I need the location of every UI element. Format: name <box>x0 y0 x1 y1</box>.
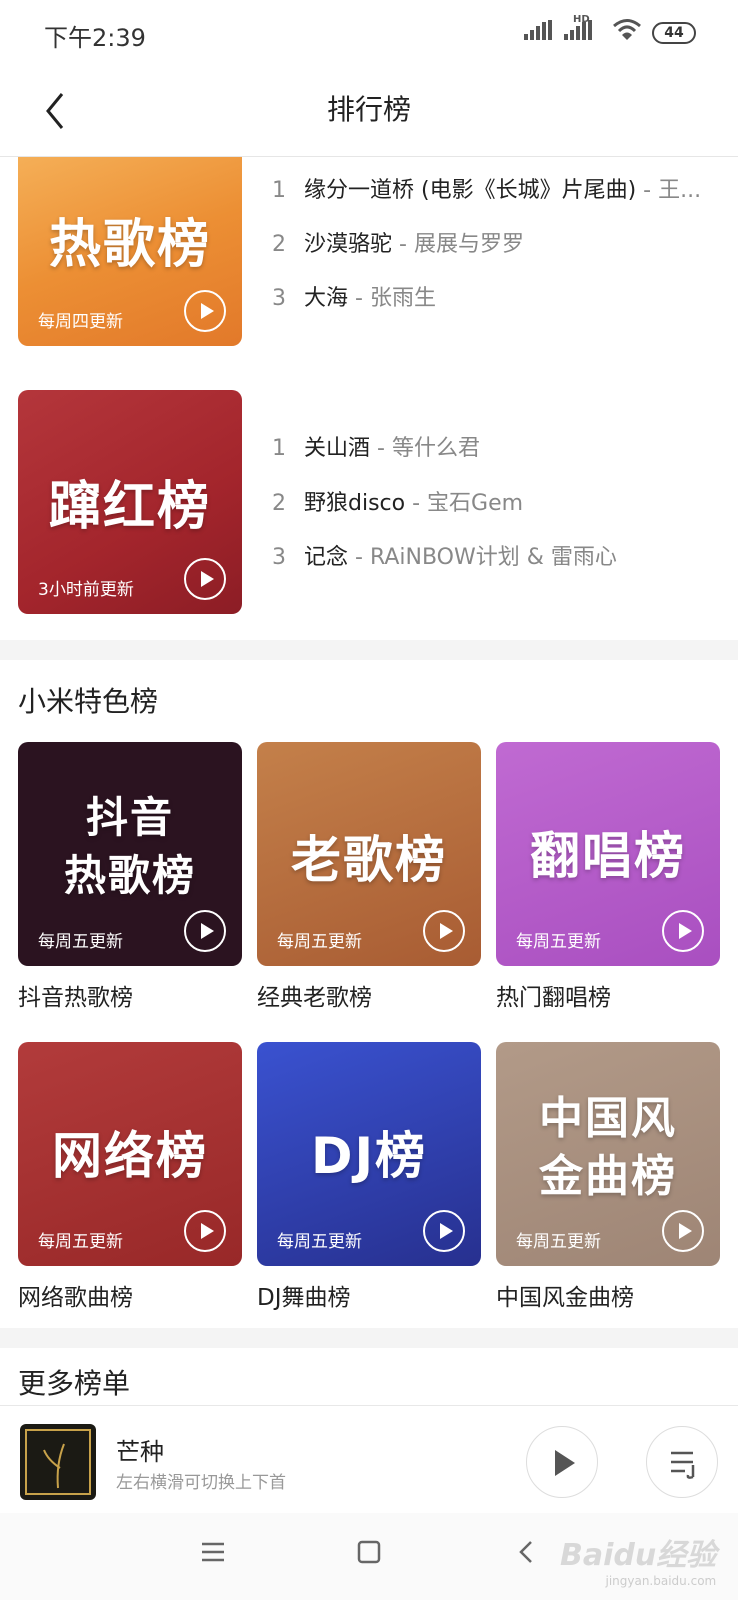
tile-cover[interactable]: 老歌榜 每周五更新 <box>257 742 481 966</box>
song-title: 野狼disco <box>304 491 406 516</box>
wifi-icon <box>613 19 641 40</box>
cover-line2: 金曲榜 <box>539 1151 677 1202</box>
update-label: 3小时前更新 <box>38 580 134 600</box>
chart-tile-chinese-style[interactable]: 中国风 金曲榜 每周五更新 中国风金曲榜 <box>496 1042 720 1311</box>
chart-tile-dj[interactable]: DJ榜 每周五更新 DJ舞曲榜 <box>257 1042 481 1311</box>
chart-cover-rising[interactable]: 蹿红榜 3小时前更新 <box>18 390 242 614</box>
song-row[interactable]: 1 缘分一道桥 (电影《长城》片尾曲) - 王... <box>272 172 712 204</box>
song-title: 缘分一道桥 (电影《长城》片尾曲) <box>304 178 637 203</box>
cover-line1: 中国风 <box>539 1093 677 1144</box>
update-label: 每周五更新 <box>516 1232 601 1252</box>
header-backdrop: 排行榜 <box>0 68 738 156</box>
cover-line1: 老歌榜 <box>291 831 447 889</box>
play-icon[interactable] <box>184 910 226 952</box>
cover-line2: 热歌榜 <box>63 851 196 900</box>
tile-label: 网络歌曲榜 <box>18 1285 133 1311</box>
section-gap <box>0 640 738 660</box>
watermark-brand: Baidu经验 <box>560 1538 717 1573</box>
song-artist: - RAiNBOW计划 & 雷雨心 <box>348 545 617 570</box>
signal-hd-icon <box>564 20 592 40</box>
cover-line1: 网络榜 <box>52 1127 208 1185</box>
album-thumbnail[interactable] <box>20 1424 96 1500</box>
battery-icon: 44 <box>652 22 696 44</box>
song-row[interactable]: 2 沙漠骆驼 - 展展与罗罗 <box>272 226 524 258</box>
play-icon[interactable] <box>662 910 704 952</box>
tile-label: DJ舞曲榜 <box>257 1285 351 1311</box>
update-label: 每周五更新 <box>277 1232 362 1252</box>
song-row[interactable]: 3 记念 - RAiNBOW计划 & 雷雨心 <box>272 539 617 571</box>
menu-icon[interactable] <box>200 1539 226 1565</box>
cover-title: 蹿红榜 <box>48 477 211 537</box>
playlist-icon <box>671 1451 695 1479</box>
section-gap <box>0 1328 738 1348</box>
song-row[interactable]: 1 关山酒 - 等什么君 <box>272 430 480 462</box>
song-number: 3 <box>272 286 286 311</box>
song-artist: - 张雨生 <box>348 286 436 311</box>
tile-label: 抖音热歌榜 <box>18 985 133 1011</box>
cover-line1: 翻唱榜 <box>530 827 686 885</box>
tile-cover[interactable]: 抖音 热歌榜 每周五更新 <box>18 742 242 966</box>
song-title: 记念 <box>304 545 349 570</box>
section-title-xiaomi: 小米特色榜 <box>18 685 159 718</box>
cover-line1: DJ榜 <box>310 1127 428 1185</box>
play-button[interactable] <box>526 1426 598 1498</box>
update-label: 每周五更新 <box>38 932 123 952</box>
mini-player[interactable]: 芒种 左右横滑可切换上下首 <box>0 1405 738 1513</box>
song-artist: - 展展与罗罗 <box>392 232 524 257</box>
header-divider-overlay <box>0 156 738 157</box>
tile-cover[interactable]: 网络榜 每周五更新 <box>18 1042 242 1266</box>
update-label: 每周五更新 <box>516 932 601 952</box>
song-number: 2 <box>272 491 286 516</box>
song-row[interactable]: 2 野狼disco - 宝石Gem <box>272 485 523 517</box>
play-icon[interactable] <box>184 558 226 600</box>
home-icon[interactable] <box>356 1539 382 1565</box>
tile-label: 中国风金曲榜 <box>496 1285 634 1311</box>
playlist-button[interactable] <box>646 1426 718 1498</box>
tile-cover[interactable]: 翻唱榜 每周五更新 <box>496 742 720 966</box>
tile-label: 经典老歌榜 <box>257 985 372 1011</box>
song-title: 大海 <box>304 286 349 311</box>
watermark: Baidu经验 jingyan.baidu.com <box>560 1530 716 1588</box>
song-artist: - 宝石Gem <box>405 491 524 516</box>
song-name: 芒种 <box>116 1438 164 1466</box>
section-title-more: 更多榜单 <box>18 1367 131 1400</box>
tile-label: 热门翻唱榜 <box>496 985 611 1011</box>
song-number: 3 <box>272 545 286 570</box>
cover-line1: 抖音 <box>85 793 174 842</box>
tile-cover[interactable]: 中国风 金曲榜 每周五更新 <box>496 1042 720 1266</box>
play-icon[interactable] <box>184 1210 226 1252</box>
update-label: 每周四更新 <box>38 312 123 332</box>
update-label: 每周五更新 <box>38 1232 123 1252</box>
song-title: 沙漠骆驼 <box>304 232 393 257</box>
song-number: 1 <box>272 178 286 203</box>
back-icon[interactable] <box>514 1539 540 1565</box>
song-title: 关山酒 <box>304 436 371 461</box>
status-time: 下午2:39 <box>44 24 146 52</box>
song-number: 1 <box>272 436 286 461</box>
cover-title: 热歌榜 <box>48 215 211 275</box>
update-label: 每周五更新 <box>277 932 362 952</box>
chart-tile-douyin[interactable]: 抖音 热歌榜 每周五更新 抖音热歌榜 <box>18 742 242 1011</box>
song-row[interactable]: 3 大海 - 张雨生 <box>272 280 436 312</box>
chart-tile-network[interactable]: 网络榜 每周五更新 网络歌曲榜 <box>18 1042 242 1311</box>
page-title: 排行榜 <box>326 93 411 126</box>
swipe-hint: 左右横滑可切换上下首 <box>116 1473 286 1493</box>
song-artist: - 等什么君 <box>370 436 480 461</box>
song-number: 2 <box>272 232 286 257</box>
play-icon[interactable] <box>662 1210 704 1252</box>
play-icon[interactable] <box>184 290 226 332</box>
album-art-icon <box>25 1429 91 1495</box>
signal-icon <box>524 20 552 40</box>
play-icon[interactable] <box>423 1210 465 1252</box>
tile-cover[interactable]: DJ榜 每周五更新 <box>257 1042 481 1266</box>
song-artist: - 王... <box>636 178 702 203</box>
chart-tile-classic[interactable]: 老歌榜 每周五更新 经典老歌榜 <box>257 742 481 1011</box>
status-bar: 下午2:39 HD 44 <box>0 0 738 68</box>
chart-tile-cover-songs[interactable]: 翻唱榜 每周五更新 热门翻唱榜 <box>496 742 720 1011</box>
play-icon[interactable] <box>423 910 465 952</box>
watermark-url: jingyan.baidu.com <box>605 1574 717 1588</box>
